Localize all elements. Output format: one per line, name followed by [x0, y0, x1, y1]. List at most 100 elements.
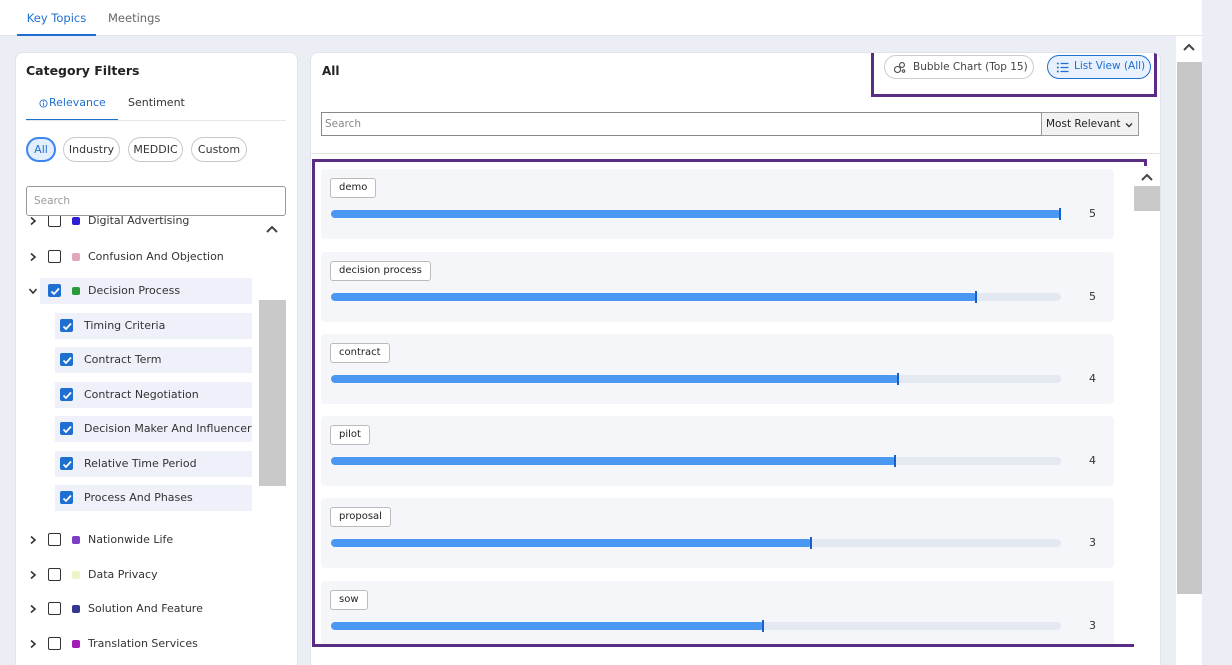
topic-count: 4 [1089, 372, 1096, 385]
tab-meetings[interactable]: Meetings [108, 0, 160, 36]
topics-panel: All Bubble Chart (Top 15) List View (All… [310, 52, 1161, 665]
chevron-up-icon[interactable] [265, 222, 279, 236]
bubble-chart-view-button[interactable]: Bubble Chart (Top 15) [884, 55, 1034, 79]
topic-card[interactable]: sow 3 [321, 581, 1114, 644]
category-tree: Digital Advertising Confusion And Object… [16, 216, 259, 665]
category-item-data-privacy[interactable]: Data Privacy [16, 562, 259, 588]
color-swatch [72, 640, 80, 648]
topic-tag[interactable]: proposal [330, 507, 391, 527]
chevron-down-icon [1125, 123, 1133, 128]
subcategory-label: Timing Criteria [84, 319, 166, 332]
checkbox[interactable] [48, 533, 61, 546]
category-item-confusion-and-objection[interactable]: Confusion And Objection [16, 244, 259, 270]
mode-sentiment[interactable]: Sentiment [128, 89, 185, 121]
chevron-right-icon[interactable] [28, 639, 38, 649]
topic-card[interactable]: contract 4 [321, 334, 1114, 404]
page-scroll-thumb[interactable] [1177, 62, 1202, 594]
relevance-bar-marker [975, 291, 977, 303]
pill-custom[interactable]: Custom [191, 137, 247, 162]
info-icon [39, 99, 48, 108]
relevance-bar-marker [1059, 208, 1061, 220]
list-icon [1056, 62, 1069, 73]
topic-count: 5 [1089, 207, 1096, 220]
pill-all[interactable]: All [26, 137, 56, 162]
divider [311, 153, 1160, 154]
subcategory-item-decision-maker-and-influencer[interactable]: Decision Maker And Influencer [55, 416, 252, 442]
panel-title: Category Filters [26, 63, 140, 78]
topic-card[interactable]: demo 5 [321, 169, 1114, 239]
tab-key-topics[interactable]: Key Topics [17, 0, 96, 36]
chevron-down-icon[interactable] [28, 286, 38, 296]
checkbox[interactable] [48, 250, 61, 263]
checkbox[interactable] [48, 216, 61, 227]
chevron-up-icon[interactable] [1182, 40, 1196, 54]
check-icon [62, 391, 72, 400]
relevance-bar-fill [331, 457, 896, 465]
relevance-bar-fill [331, 210, 1061, 218]
sort-select[interactable]: Most Relevant [1041, 112, 1139, 136]
category-item-digital-advertising[interactable]: Digital Advertising [16, 216, 259, 234]
category-label: Decision Process [88, 284, 181, 297]
topic-card[interactable]: decision process 5 [321, 252, 1114, 322]
list-scroll-thumb[interactable] [1134, 186, 1160, 211]
checkbox-checked[interactable] [60, 491, 73, 504]
checkbox-checked[interactable] [60, 388, 73, 401]
chevron-right-icon[interactable] [28, 216, 38, 226]
checkbox-checked[interactable] [60, 353, 73, 366]
chevron-right-icon[interactable] [28, 604, 38, 614]
category-tree-scrollbar[interactable] [259, 216, 286, 665]
topic-card[interactable]: pilot 4 [321, 416, 1114, 486]
mode-relevance[interactable]: Relevance [26, 89, 118, 121]
category-search-input[interactable] [26, 186, 286, 216]
topic-card[interactable]: proposal 3 [321, 498, 1114, 568]
category-label: Confusion And Objection [88, 250, 224, 263]
checkbox-checked[interactable] [48, 284, 61, 297]
topic-tag[interactable]: decision process [330, 261, 431, 281]
checkbox[interactable] [48, 637, 61, 650]
checkbox[interactable] [48, 602, 61, 615]
subcategory-label: Contract Term [84, 353, 162, 366]
relevance-bar-marker [897, 373, 899, 385]
relevance-bar-fill [331, 622, 764, 630]
relevance-bar-marker [894, 455, 896, 467]
subcategory-label: Contract Negotiation [84, 388, 199, 401]
topic-tag[interactable]: sow [330, 590, 368, 610]
checkbox-checked[interactable] [60, 422, 73, 435]
topic-tag[interactable]: pilot [330, 425, 370, 445]
tree-scroll-thumb[interactable] [259, 300, 286, 486]
category-item-decision-process[interactable]: Decision Process [28, 278, 252, 304]
chevron-right-icon[interactable] [28, 535, 38, 545]
relevance-bar-track [331, 455, 1061, 467]
chevron-right-icon[interactable] [28, 252, 38, 262]
relevance-bar-fill [331, 375, 899, 383]
check-icon [62, 494, 72, 503]
category-item-solution-and-feature[interactable]: Solution And Feature [16, 596, 259, 622]
category-item-translation-services[interactable]: Translation Services [16, 631, 259, 657]
check-icon [50, 287, 60, 296]
checkbox[interactable] [48, 568, 61, 581]
category-item-nationwide-life[interactable]: Nationwide Life [16, 527, 259, 553]
subcategory-item-timing-criteria[interactable]: Timing Criteria [55, 313, 252, 339]
color-swatch [72, 253, 80, 261]
color-swatch [72, 536, 80, 544]
subcategory-item-relative-time-period[interactable]: Relative Time Period [55, 451, 252, 477]
color-swatch [72, 571, 80, 579]
view-toggle-group: Bubble Chart (Top 15) List View (All) [871, 53, 1157, 97]
topic-list-scrollbar[interactable] [1134, 166, 1160, 665]
checkbox-checked[interactable] [60, 457, 73, 470]
pill-industry[interactable]: Industry [63, 137, 120, 162]
chevron-right-icon[interactable] [28, 570, 38, 580]
topic-tag[interactable]: demo [330, 178, 377, 198]
subcategory-item-process-and-phases[interactable]: Process And Phases [55, 485, 252, 511]
topic-tag[interactable]: contract [330, 343, 390, 363]
subcategory-item-contract-negotiation[interactable]: Contract Negotiation [55, 382, 252, 408]
relevance-bar-track [331, 537, 1061, 549]
topic-search-input[interactable] [321, 112, 1042, 136]
page-scrollbar[interactable] [1176, 36, 1202, 665]
subcategory-item-contract-term[interactable]: Contract Term [55, 347, 252, 373]
pill-meddic[interactable]: MEDDIC [128, 137, 183, 162]
check-icon [62, 356, 72, 365]
list-view-button[interactable]: List View (All) [1047, 55, 1151, 79]
checkbox-checked[interactable] [60, 319, 73, 332]
chevron-up-icon[interactable] [1140, 170, 1154, 184]
